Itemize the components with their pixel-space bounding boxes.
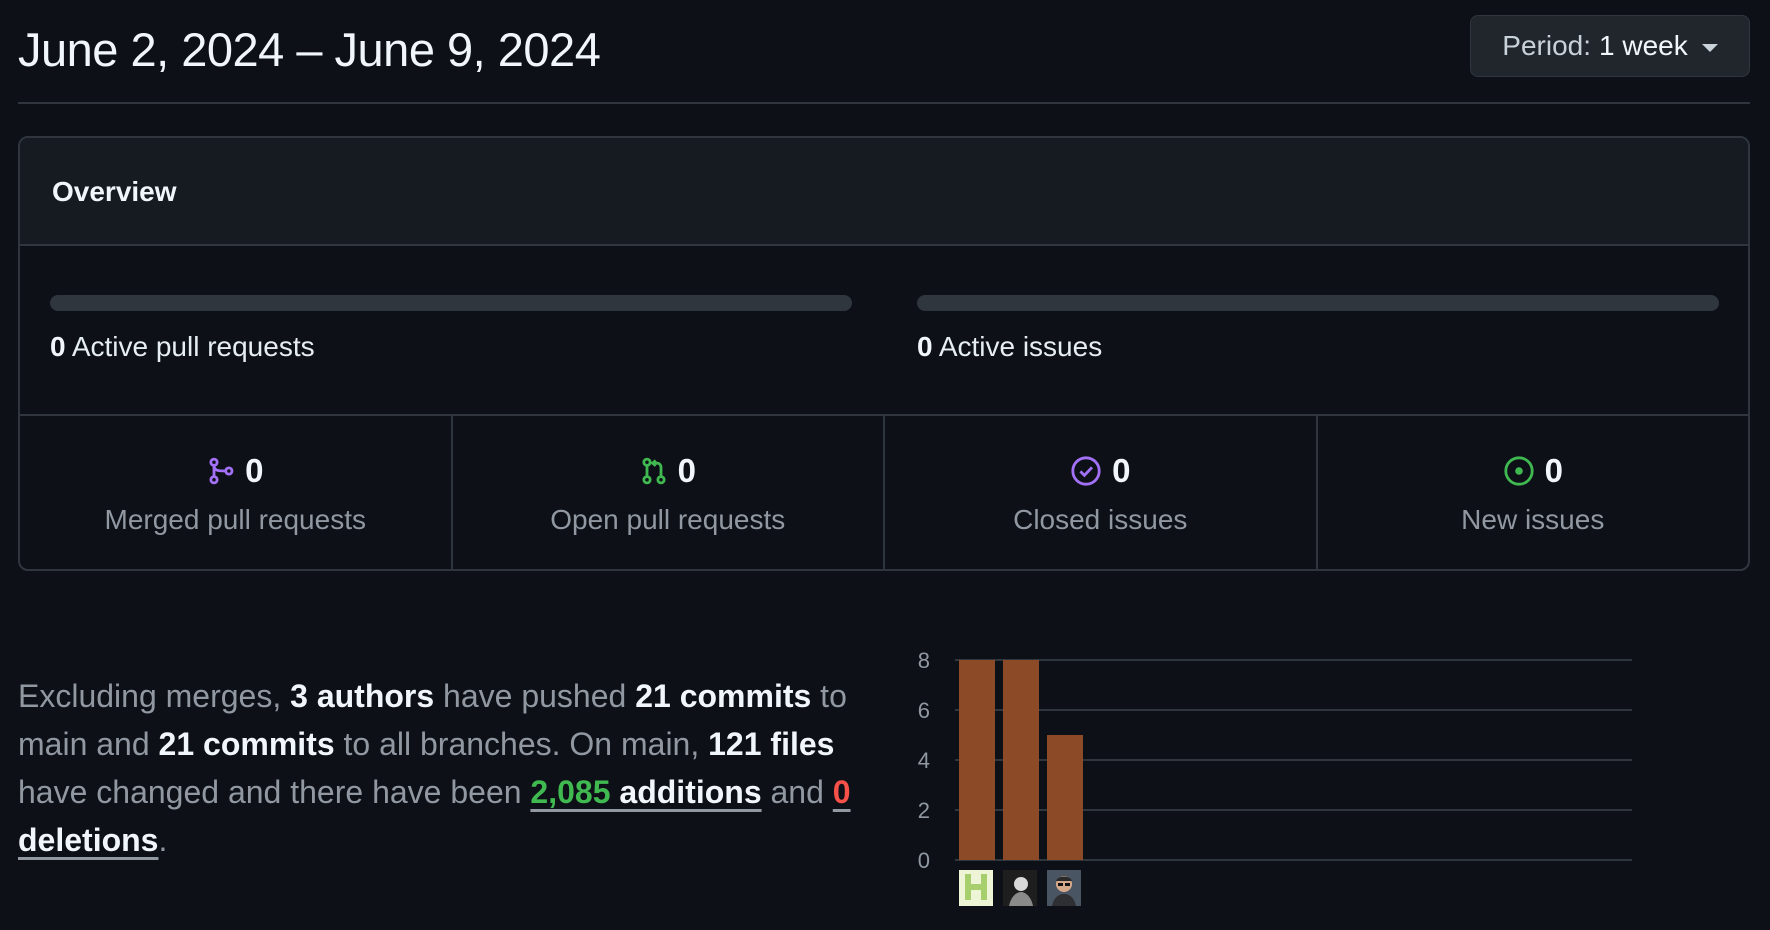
commits-all-count: 21 commits: [158, 726, 335, 762]
summary-text: and: [761, 774, 833, 810]
active-issues-count: 0: [917, 331, 933, 362]
active-pull-requests-bar: [50, 295, 852, 311]
git-pull-request-icon: [640, 456, 668, 486]
contributors-pulse-page: June 2, 2024 – June 9, 2024 Period: 1 we…: [0, 0, 1770, 930]
new-issues-count: 0: [1544, 452, 1563, 489]
overview-header: Overview: [20, 138, 1748, 246]
summary-text: .: [158, 822, 168, 858]
author-avatar-2[interactable]: [1003, 870, 1037, 906]
active-issues-label: Active issues: [938, 331, 1103, 362]
y-tick-label: 8: [918, 648, 930, 673]
chevron-down-icon: [1701, 43, 1718, 52]
merged-pull-requests-stat[interactable]: 0 Merged pull requests: [20, 416, 453, 569]
merged-pull-requests-count: 0: [245, 452, 264, 489]
merged-pull-requests-label: Merged pull requests: [104, 504, 366, 535]
overview-title: Overview: [52, 176, 177, 207]
commits-main-count: 21 commits: [635, 678, 812, 714]
issue-closed-icon: [1070, 455, 1102, 487]
open-pull-requests-label: Open pull requests: [550, 504, 786, 535]
deletions-count: 0: [832, 774, 851, 810]
git-merge-icon: [207, 456, 235, 486]
period-value: 1 week: [1599, 30, 1688, 61]
additions-link[interactable]: 2,085 additions: [530, 774, 761, 810]
commits-by-author-chart: 0 2 4 6 8: [900, 640, 1640, 925]
files-changed-count: 121 files: [708, 726, 835, 762]
y-tick-label: 6: [918, 698, 930, 723]
issue-opened-icon: [1503, 455, 1535, 487]
deletions-label: deletions: [18, 822, 159, 858]
summary-text: Excluding merges,: [18, 678, 291, 714]
commit-bar-1[interactable]: [959, 660, 995, 860]
author-avatar-1[interactable]: [959, 870, 993, 906]
additions-count: 2,085: [530, 774, 611, 810]
y-tick-label: 4: [918, 748, 930, 773]
y-tick-label: 0: [918, 848, 930, 873]
commit-bar-3[interactable]: [1047, 735, 1083, 860]
author-avatar-3[interactable]: [1047, 870, 1081, 906]
active-issues-bar: [917, 295, 1719, 311]
page-title: June 2, 2024 – June 9, 2024: [18, 23, 601, 76]
additions-label: additions: [610, 774, 762, 810]
open-pull-requests-count: 0: [677, 452, 696, 489]
closed-issues-count: 0: [1112, 452, 1131, 489]
active-issues-summary[interactable]: 0 Active issues: [917, 331, 1102, 363]
open-pull-requests-stat[interactable]: 0 Open pull requests: [453, 416, 885, 569]
active-pull-requests-summary[interactable]: 0 Active pull requests: [50, 331, 315, 363]
commit-bar-2[interactable]: [1003, 660, 1039, 860]
closed-issues-label: Closed issues: [1013, 504, 1188, 535]
overview-stats-row: 0 Merged pull requests 0 Open pull reque…: [20, 414, 1749, 569]
summary-text: to all branches. On main,: [334, 726, 709, 762]
new-issues-label: New issues: [1461, 504, 1605, 535]
active-pull-requests-label: Active pull requests: [71, 331, 315, 362]
y-tick-label: 2: [918, 798, 930, 823]
overview-panel: Overview 0 Active pull requests 0 Active…: [18, 136, 1750, 571]
commit-summary: Excluding merges, 3 authors have pushed …: [18, 672, 868, 864]
closed-issues-stat[interactable]: 0 Closed issues: [885, 416, 1318, 569]
authors-count: 3 authors: [290, 678, 435, 714]
summary-text: have changed and there have been: [18, 774, 531, 810]
header-divider: [18, 102, 1750, 104]
new-issues-stat[interactable]: 0 New issues: [1318, 416, 1749, 569]
summary-text: have pushed: [434, 678, 636, 714]
period-dropdown-button[interactable]: Period: 1 week: [1470, 15, 1750, 77]
active-pull-requests-count: 0: [50, 331, 66, 362]
period-label: Period:: [1502, 30, 1591, 61]
